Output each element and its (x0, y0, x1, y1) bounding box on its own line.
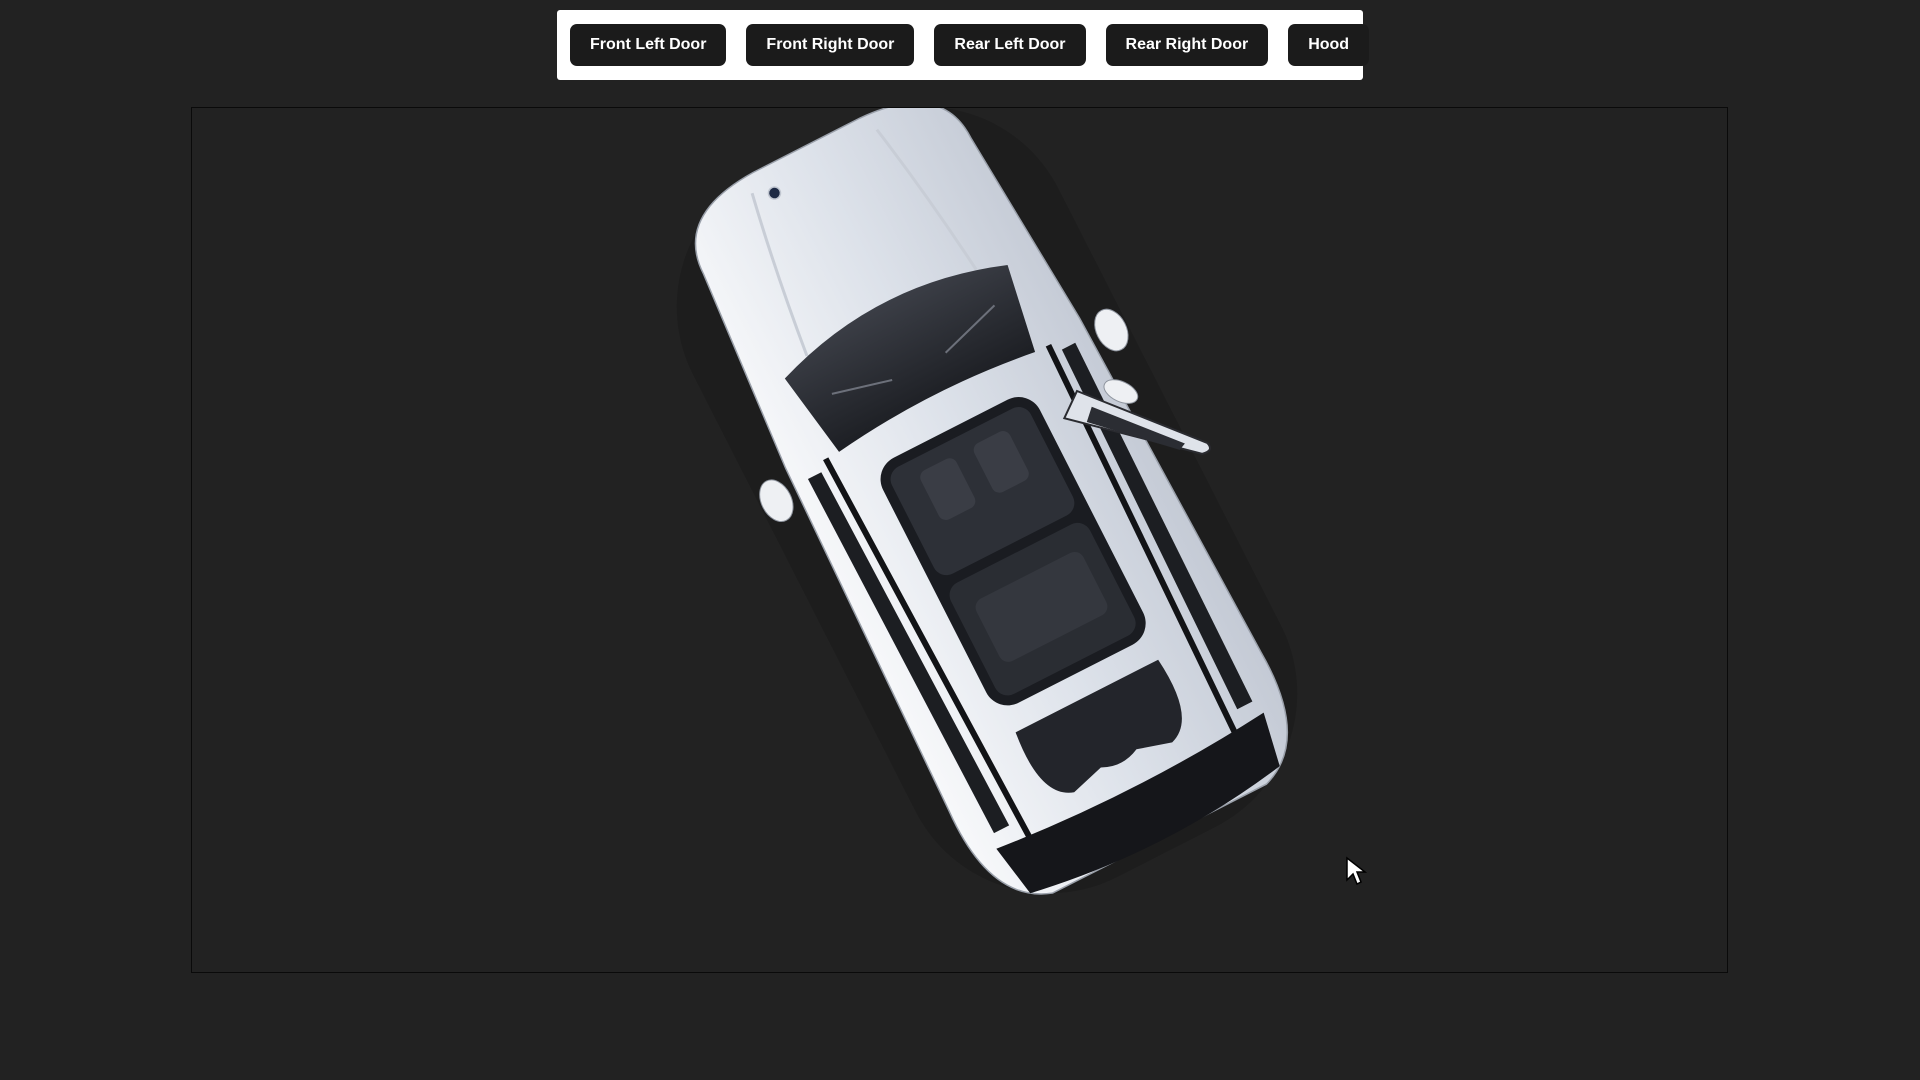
car-model (676, 108, 1298, 895)
3d-car-viewer-canvas[interactable] (191, 107, 1728, 973)
front-right-door-button[interactable]: Front Right Door (746, 24, 915, 66)
hood-button[interactable]: Hood (1288, 24, 1370, 66)
front-left-door-button[interactable]: Front Left Door (570, 24, 727, 66)
mouse-pointer-icon (1346, 856, 1367, 886)
rear-left-door-button[interactable]: Rear Left Door (934, 24, 1086, 66)
door-control-toolbar: Front Left Door Front Right Door Rear Le… (557, 10, 1370, 80)
rear-right-door-button[interactable]: Rear Right Door (1105, 24, 1269, 66)
